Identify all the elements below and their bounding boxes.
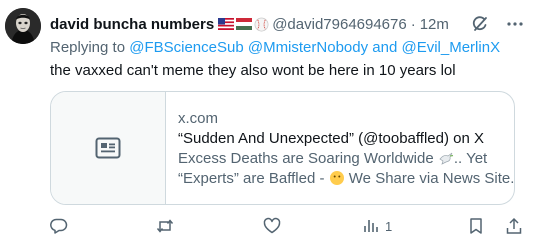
reply-icon bbox=[50, 218, 68, 234]
tweet[interactable]: david buncha numbers @david7964694676 · … bbox=[0, 0, 537, 243]
tweet-header: david buncha numbers @david7964694676 · … bbox=[50, 14, 449, 34]
timestamp[interactable]: 12m bbox=[420, 16, 449, 33]
retweet-button[interactable] bbox=[156, 216, 174, 236]
author-handle[interactable]: @david7964694676 bbox=[272, 16, 407, 33]
baseball-icon bbox=[254, 17, 269, 31]
views-count: 1 bbox=[385, 218, 393, 234]
replying-to-label: Replying to bbox=[50, 39, 130, 56]
views-button[interactable]: 1 bbox=[362, 216, 392, 236]
card-description-line2: “Experts” are Baffled - We Share via New… bbox=[178, 169, 514, 189]
share-button[interactable] bbox=[505, 216, 523, 236]
and-label: and bbox=[368, 39, 402, 56]
card-text: x.com “Sudden And Unexpected” (@toobaffl… bbox=[178, 109, 514, 189]
like-icon bbox=[263, 217, 281, 234]
author-emoji-badges bbox=[218, 17, 269, 32]
separator-dot: · bbox=[410, 15, 416, 33]
card-description-text: We Share via News Site... bbox=[348, 170, 515, 187]
mention-link[interactable]: @MmisterNobody bbox=[248, 39, 368, 56]
replying-to: Replying to @FBScienceSub @MmisterNobody… bbox=[50, 39, 500, 56]
card-description-line1: Excess Deaths are Soaring Worldwide .. Y… bbox=[178, 149, 508, 169]
mention-link[interactable]: @FBScienceSub bbox=[129, 39, 243, 56]
card-description-text: “Experts” are Baffled - bbox=[178, 170, 325, 187]
action-bar: 1 bbox=[50, 216, 530, 236]
card-domain: x.com bbox=[178, 110, 219, 127]
dove-emoji-icon bbox=[439, 152, 453, 165]
like-button[interactable] bbox=[263, 216, 281, 236]
retweet-icon bbox=[156, 219, 174, 233]
link-card[interactable]: x.com “Sudden And Unexpected” (@toobaffl… bbox=[50, 91, 515, 205]
share-icon bbox=[506, 217, 522, 234]
card-description-text: .. Yet bbox=[453, 150, 488, 167]
hungary-flag-icon bbox=[236, 18, 253, 30]
author-name[interactable]: david buncha numbers bbox=[50, 16, 214, 33]
card-description-text: Excess Deaths are Soaring Worldwide bbox=[178, 150, 434, 167]
article-icon bbox=[95, 137, 121, 159]
bookmark-icon bbox=[470, 218, 482, 234]
neutral-face-emoji-icon bbox=[329, 171, 344, 185]
card-title: “Sudden And Unexpected” (@toobaffled) on… bbox=[178, 130, 484, 147]
card-thumbnail bbox=[51, 92, 166, 204]
tweet-text: the vaxxed can't meme they also wont be … bbox=[50, 62, 456, 79]
mention-link[interactable]: @Evil_MerlinX bbox=[401, 39, 500, 56]
views-icon bbox=[364, 220, 378, 232]
bookmark-button[interactable] bbox=[467, 216, 485, 236]
reply-button[interactable] bbox=[50, 216, 68, 236]
more-options-icon[interactable] bbox=[505, 14, 525, 34]
us-flag-icon bbox=[218, 18, 235, 30]
avatar[interactable] bbox=[5, 8, 41, 44]
grok-icon[interactable] bbox=[470, 14, 490, 34]
